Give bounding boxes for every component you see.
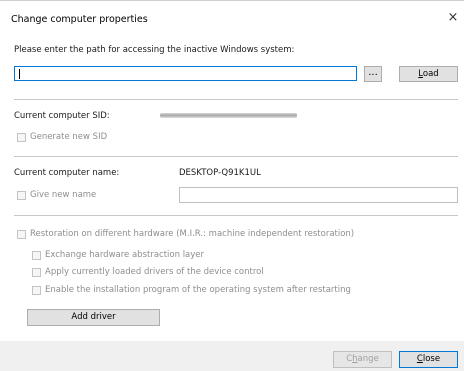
close-label-rest: lose <box>422 354 441 364</box>
load-button[interactable]: Load <box>399 66 458 82</box>
change-label-rest: ange <box>357 354 379 364</box>
path-prompt: Please enter the path for accessing the … <box>14 45 295 55</box>
restoration-different-hardware-label: Restoration on different hardware (M.I.R… <box>30 229 355 239</box>
close-button[interactable]: Close <box>399 351 458 368</box>
dialog-title: Change computer properties <box>11 14 148 25</box>
exchange-hal-label: Exchange hardware abstraction layer <box>45 250 205 260</box>
give-new-name-checkbox[interactable] <box>17 191 26 200</box>
current-sid-label: Current computer SID: <box>14 111 110 121</box>
current-name-label: Current computer name: <box>14 168 120 178</box>
change-button[interactable]: Change <box>333 351 392 368</box>
apply-drivers-label: Apply currently loaded drivers of the de… <box>45 267 264 277</box>
exchange-hal-checkbox[interactable] <box>32 251 41 260</box>
generate-new-sid-label: Generate new SID <box>30 132 108 142</box>
sid-value-redacted <box>160 113 297 118</box>
window-top-border <box>0 0 464 1</box>
change-computer-properties-dialog: Change computer properties × Please ente… <box>0 0 464 371</box>
current-name-value: DESKTOP-Q91K1UL <box>179 168 261 178</box>
apply-drivers-checkbox[interactable] <box>32 268 41 277</box>
dialog-footer <box>0 341 464 371</box>
close-icon[interactable]: × <box>446 11 460 25</box>
path-input[interactable] <box>14 66 357 81</box>
new-name-input[interactable] <box>179 187 458 203</box>
enable-installation-label: Enable the installation program of the o… <box>45 285 351 295</box>
restoration-different-hardware-checkbox[interactable] <box>17 230 26 239</box>
load-label-rest: oad <box>422 69 439 79</box>
add-driver-button[interactable]: Add driver <box>27 309 160 326</box>
divider <box>14 156 458 157</box>
divider <box>14 99 458 100</box>
browse-button[interactable]: ... <box>364 66 382 82</box>
divider <box>14 215 458 216</box>
enable-installation-checkbox[interactable] <box>32 286 41 295</box>
generate-new-sid-checkbox[interactable] <box>17 133 26 142</box>
give-new-name-label: Give new name <box>30 190 97 200</box>
text-caret <box>19 69 20 79</box>
